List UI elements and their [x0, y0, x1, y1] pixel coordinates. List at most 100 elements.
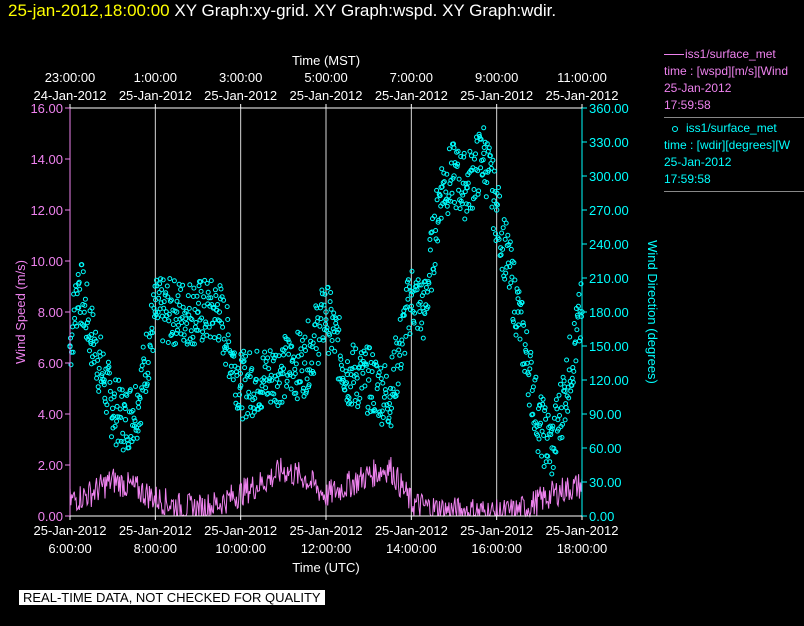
wdir-point: [184, 321, 190, 326]
wdir-point: [468, 153, 474, 159]
wdir-point: [495, 202, 500, 208]
right-tick-label: 90.00: [589, 407, 622, 422]
left-tick-label: 8.00: [38, 305, 63, 320]
wdir-point: [490, 226, 496, 232]
wdir-point: [315, 360, 321, 366]
wdir-point: [445, 211, 451, 217]
wdir-point: [555, 417, 561, 423]
bottom-tick-time: 8:00:00: [134, 541, 177, 556]
wdir-point: [446, 146, 452, 152]
wdir-point: [299, 368, 305, 374]
wdir-point: [242, 365, 248, 371]
wdir-point: [136, 404, 142, 410]
wdir-point: [77, 310, 83, 315]
wdir-point: [167, 276, 173, 282]
wdir-point: [378, 365, 384, 371]
wdir-point: [505, 232, 511, 238]
wdir-point: [95, 357, 101, 363]
wdir-point: [558, 381, 563, 387]
wdir-point: [562, 417, 568, 423]
wdir-point: [389, 405, 394, 411]
wdir-point: [200, 329, 206, 335]
wdir-point: [502, 236, 508, 242]
wdir-point: [433, 228, 439, 233]
bottom-tick-time: 14:00:00: [386, 541, 437, 556]
wdir-point: [567, 334, 573, 340]
wdir-point: [543, 416, 549, 422]
legend-wspd-desc: time : [wspd][m/s][Wind: [664, 64, 789, 78]
right-tick-label: 150.00: [589, 339, 629, 354]
wdir-point: [95, 384, 101, 390]
wdir-point: [93, 329, 99, 335]
wdir-point: [527, 366, 533, 372]
wdir-point: [355, 400, 361, 406]
legend-wspd-date: 25-Jan-2012: [664, 81, 732, 95]
top-tick-time: 3:00:00: [219, 70, 262, 85]
wdir-point: [415, 277, 421, 283]
wdir-point: [483, 194, 489, 200]
legend-wdir-date: 25-Jan-2012: [664, 155, 732, 169]
wdir-point: [375, 382, 381, 388]
bottom-tick-time: 6:00:00: [48, 541, 91, 556]
wdir-point: [101, 382, 107, 388]
wdir-point: [456, 176, 462, 182]
right-tick-label: 180.00: [589, 305, 629, 320]
wdir-point: [569, 375, 575, 381]
wdir-point: [207, 334, 213, 340]
wdir-point: [444, 203, 450, 209]
wdir-point: [282, 394, 287, 400]
wdir-point: [526, 402, 532, 408]
wdir-point: [348, 384, 354, 390]
wdir-point: [298, 346, 304, 352]
wdir-point: [564, 357, 570, 363]
wdir-point: [462, 216, 468, 222]
wdir-point: [96, 365, 102, 371]
wdir-point: [317, 323, 323, 329]
bottom-tick-date: 25-Jan-2012: [460, 523, 533, 538]
wdir-point: [510, 319, 516, 325]
wdir-point: [434, 187, 440, 193]
wdir-point: [389, 354, 395, 360]
wdir-point: [535, 449, 541, 455]
top-tick-date: 25-Jan-2012: [546, 88, 619, 103]
bottom-tick-date: 25-Jan-2012: [375, 523, 448, 538]
wdir-point: [149, 325, 155, 331]
wdir-point: [205, 289, 211, 295]
wdir-point: [327, 299, 333, 305]
wdir-point: [208, 278, 214, 284]
wdir-point: [223, 361, 229, 367]
bottom-tick-time: 12:00:00: [301, 541, 352, 556]
wdir-point: [246, 394, 252, 400]
wdir-point: [250, 405, 256, 411]
wdir-point: [276, 380, 282, 386]
wdir-point: [481, 150, 487, 157]
wdir-point: [164, 283, 170, 289]
wdir-point: [388, 423, 394, 429]
wdir-point: [338, 362, 344, 368]
wdir-point: [313, 346, 319, 352]
right-tick-label: 330.00: [589, 135, 629, 150]
wdir-point: [384, 406, 390, 412]
wdir-point: [331, 310, 337, 316]
wdir-point: [427, 237, 433, 242]
wdir-point: [311, 333, 317, 339]
wdir-point: [288, 386, 294, 392]
wdir-point: [171, 278, 177, 284]
wdir-point: [196, 300, 201, 306]
bottom-axis-label: Time (UTC): [292, 560, 359, 575]
wdir-point: [541, 464, 547, 469]
wdir-point: [133, 384, 138, 389]
wdir-point: [284, 378, 290, 384]
wdir-point: [464, 208, 470, 214]
wdir-point: [75, 272, 81, 277]
wdir-point: [405, 296, 411, 302]
wdir-point: [399, 337, 405, 343]
wdir-point: [90, 312, 96, 318]
wdir-point: [365, 404, 371, 410]
right-tick-label: 360.00: [589, 101, 629, 116]
top-tick-time: 11:00:00: [557, 70, 607, 85]
wdir-point: [406, 325, 412, 331]
wdir-point: [302, 334, 308, 340]
wdir-point: [309, 360, 315, 366]
wdir-point: [345, 359, 350, 365]
